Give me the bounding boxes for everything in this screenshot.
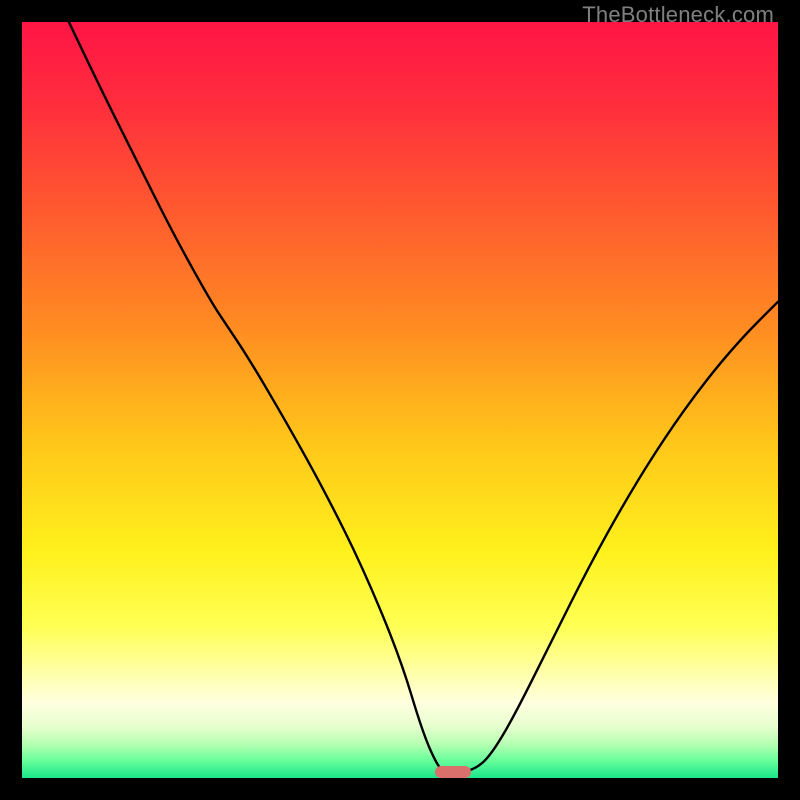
gradient-background bbox=[22, 22, 778, 778]
optimal-marker bbox=[435, 766, 471, 778]
watermark-text: TheBottleneck.com bbox=[582, 2, 774, 28]
bottleneck-chart bbox=[22, 22, 778, 778]
chart-frame bbox=[22, 22, 778, 778]
